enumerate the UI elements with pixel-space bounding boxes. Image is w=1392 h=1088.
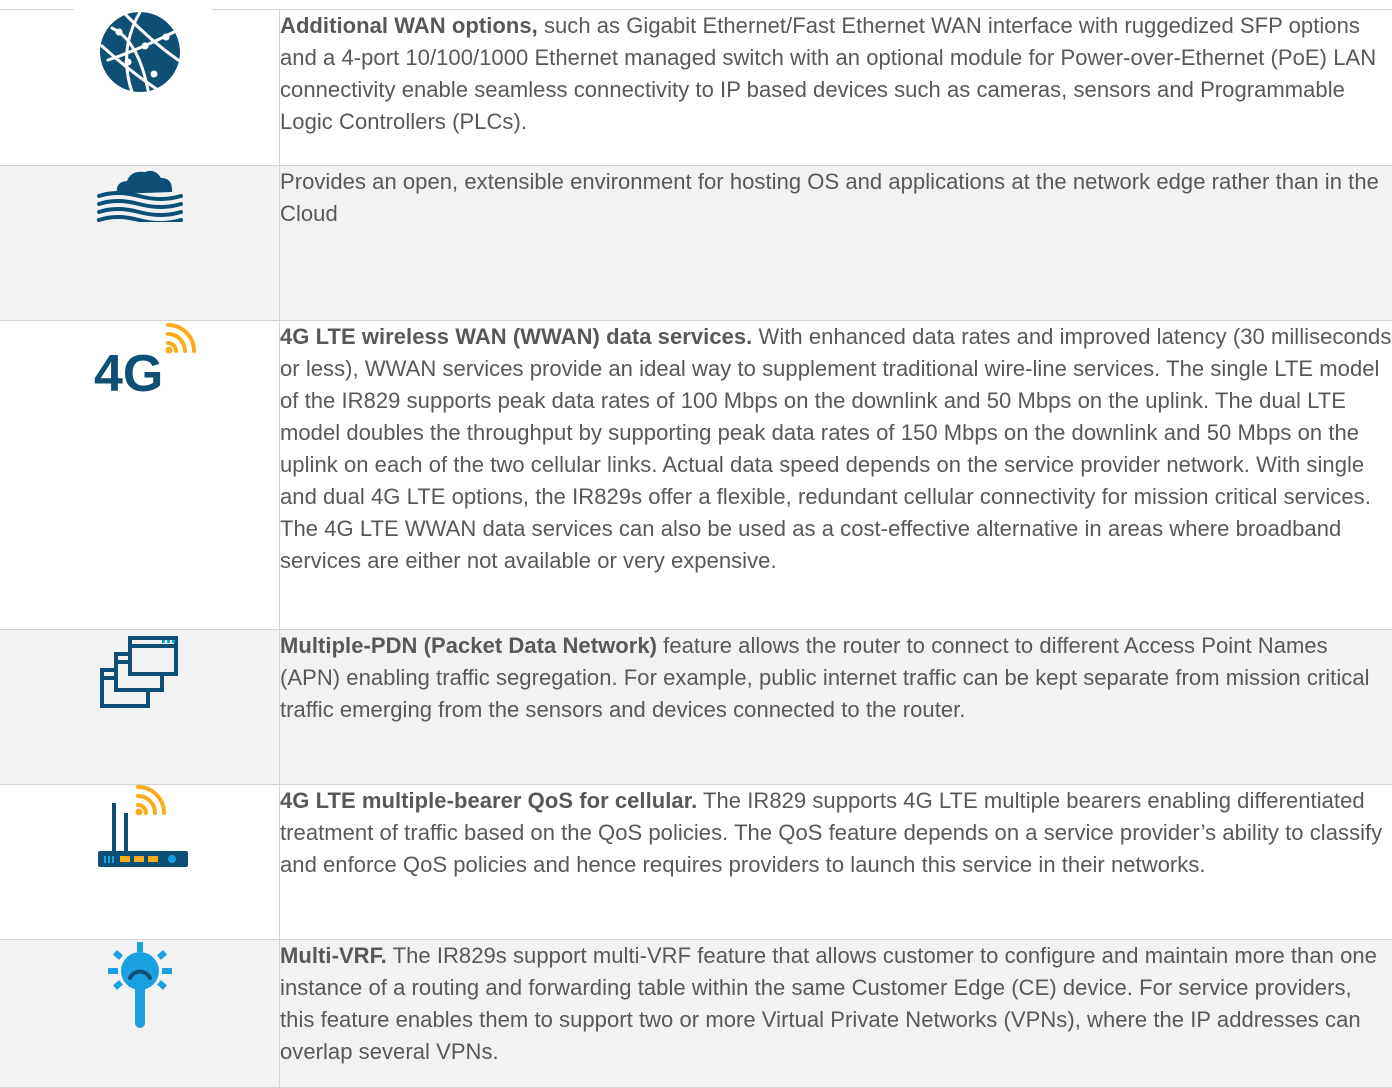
feature-title: Additional WAN options, (280, 13, 538, 38)
feature-description: Additional WAN options, such as Gigabit … (280, 10, 1392, 165)
feature-body: Provides an open, extensible environment… (280, 169, 1379, 226)
feature-row: 4G 4G LTE wireless WAN (WWAN) data servi… (0, 320, 1392, 629)
feature-row: 4G LTE multiple-bearer QoS for cellular.… (0, 784, 1392, 939)
feature-description: 4G LTE multiple-bearer QoS for cellular.… (280, 784, 1392, 939)
feature-description: 4G LTE wireless WAN (WWAN) data services… (280, 320, 1392, 629)
feature-body: With enhanced data rates and improved la… (280, 324, 1391, 573)
feature-icon-cell (0, 10, 280, 165)
feature-description: Multi-VRF. The IR829s support multi-VRF … (280, 939, 1392, 1087)
feature-row: Multiple-PDN (Packet Data Network) featu… (0, 629, 1392, 784)
feature-description: Multiple-PDN (Packet Data Network) featu… (280, 629, 1392, 784)
feature-title: 4G LTE multiple-bearer QoS for cellular. (280, 788, 697, 813)
feature-icon-cell (0, 784, 280, 939)
broadcast-antenna-icon (108, 940, 172, 1030)
feature-description: Provides an open, extensible environment… (280, 165, 1392, 320)
stacked-windows-icon (98, 630, 182, 714)
feature-row: Multi-VRF. The IR829s support multi-VRF … (0, 939, 1392, 1087)
4g-label: 4G (94, 345, 163, 401)
feature-title: 4G LTE wireless WAN (WWAN) data services… (280, 324, 752, 349)
feature-icon-cell: 4G (0, 320, 280, 629)
globe-network-icon (98, 10, 182, 94)
feature-title: Multi-VRF. (280, 943, 387, 968)
feature-icon-cell (0, 165, 280, 320)
fog-cloud-icon (95, 166, 185, 222)
feature-row: Provides an open, extensible environment… (0, 165, 1392, 320)
feature-icon-cell (0, 629, 280, 784)
wireless-router-icon (90, 785, 190, 869)
feature-row: Additional WAN options, such as Gigabit … (0, 10, 1392, 165)
top-edge (0, 0, 1392, 10)
feature-table: Additional WAN options, such as Gigabit … (0, 10, 1392, 1088)
feature-body: The IR829s support multi-VRF feature tha… (280, 943, 1377, 1064)
feature-title: Multiple-PDN (Packet Data Network) (280, 633, 657, 658)
4g-signal-icon: 4G (84, 321, 196, 401)
feature-icon-cell (0, 939, 280, 1087)
